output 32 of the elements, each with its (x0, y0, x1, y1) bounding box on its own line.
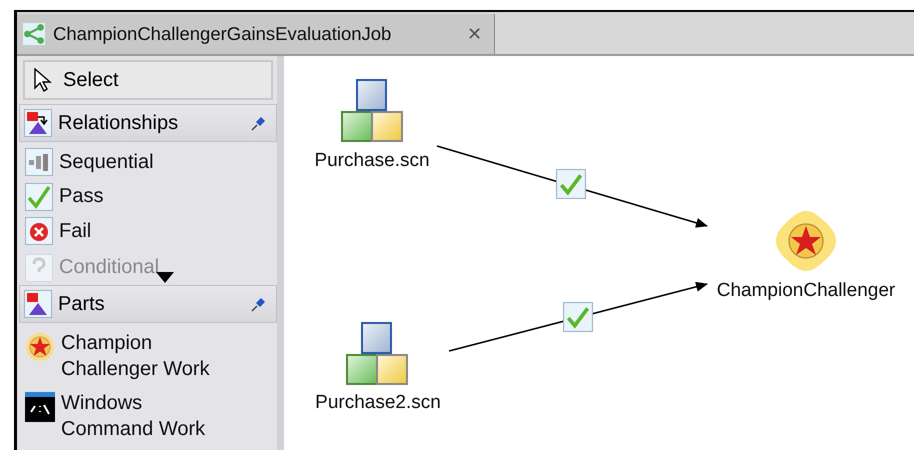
arrow-cursor-icon (33, 68, 53, 92)
palette-item[interactable]: Windows Command Work (25, 386, 277, 446)
node-label: Purchase.scn (313, 150, 431, 172)
node-label: Purchase2.scn (314, 392, 442, 414)
checkmark-icon (25, 182, 53, 211)
close-button[interactable]: ✕ (467, 23, 482, 45)
palette-item[interactable]: Fail (25, 214, 277, 248)
pin-icon[interactable] (250, 114, 268, 132)
command-prompt-icon (25, 392, 55, 422)
node-label: ChampionChallenger (716, 280, 896, 302)
drawer-header[interactable]: Relationships (19, 104, 277, 142)
stacked-blocks-icon[interactable] (340, 79, 404, 143)
palette-item[interactable]: Pass (25, 180, 277, 214)
connector-arrow[interactable] (448, 282, 708, 352)
star-badge-icon[interactable] (774, 209, 838, 273)
shapes-icon (24, 290, 52, 318)
tab-title: ChampionChallengerGainsEvaluationJob (53, 23, 392, 45)
palette-item[interactable]: Champion Challenger Work (25, 326, 277, 386)
palette-item[interactable]: Sequential (25, 145, 277, 180)
shapes-icon (24, 109, 52, 137)
checkmark-icon (563, 302, 593, 332)
pin-icon[interactable] (250, 295, 268, 313)
checkmark-icon (556, 169, 586, 199)
stacked-blocks-icon[interactable] (345, 322, 409, 386)
question-mark-icon (25, 254, 53, 282)
editor-tab[interactable]: ChampionChallengerGainsEvaluationJob ✕ (17, 14, 495, 54)
star-badge-icon (25, 332, 55, 362)
select-tool[interactable]: Select (23, 60, 273, 100)
share-nodes-icon (23, 23, 45, 45)
bars-icon (25, 148, 53, 176)
drawer-header[interactable]: Parts (19, 285, 277, 323)
error-icon (25, 217, 53, 246)
